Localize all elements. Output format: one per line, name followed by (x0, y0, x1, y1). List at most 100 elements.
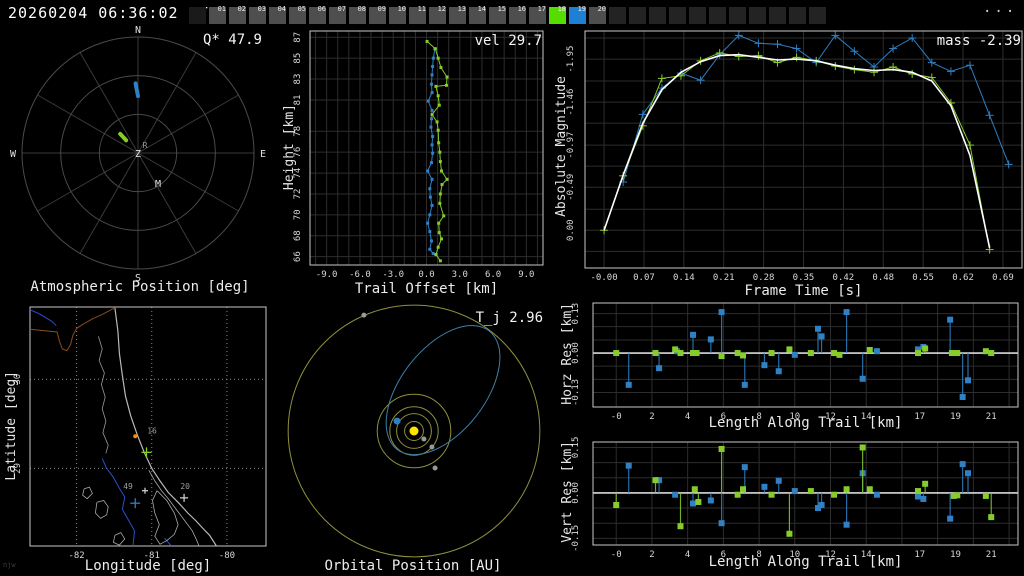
frame-number-label: 04 (277, 5, 286, 13)
frame-button-02[interactable]: 02 (229, 5, 246, 24)
svg-text:66: 66 (293, 251, 303, 262)
frame-number-label: 20 (597, 5, 606, 13)
svg-text:70: 70 (293, 209, 303, 220)
horz-res-xaxis-label: Length Along Trail [km] (708, 415, 903, 431)
frame-number-label: 08 (357, 5, 366, 13)
state-boundary (30, 307, 116, 352)
ground-track-map: -82 -81 -8029301649 20 (13, 306, 267, 561)
panel-atmospheric-position: NSEWZRM Q* 47.9 Atmospheric Position [de… (0, 25, 280, 297)
svg-text:Z: Z (135, 149, 141, 160)
panel-trail-offset: -9.0 -6.0 -3.0 0.0 3.0 6.0 9.0 66 68 70 72 74 76 78 81… (280, 25, 546, 297)
frame-button-15[interactable]: 15 (489, 5, 506, 24)
svg-text:M: M (155, 179, 161, 190)
frame-slot-empty[interactable] (729, 7, 746, 24)
frame-number-label: 03 (257, 5, 266, 13)
orbital-position-title: Orbital Position [AU] (324, 558, 502, 574)
svg-text:3.0: 3.0 (452, 270, 468, 280)
svg-text:N: N (135, 25, 141, 36)
series-fit-line (603, 53, 991, 248)
frame-slot-empty[interactable] (809, 7, 826, 24)
station-green-track (118, 131, 129, 143)
frame-button-16[interactable]: 16 (509, 5, 526, 24)
svg-text:0.07: 0.07 (633, 273, 655, 283)
frame-slot-empty[interactable] (669, 7, 686, 24)
frame-button-11[interactable]: 11 (409, 5, 426, 24)
frame-slot-empty[interactable] (689, 7, 706, 24)
frame-button-09[interactable]: 09 (369, 5, 386, 24)
timestamp: 20260204 06:36:02 UTC (8, 4, 219, 22)
overflow-menu-button[interactable]: ... (983, 0, 1017, 16)
svg-text:87: 87 (293, 32, 303, 43)
svg-text:R: R (143, 141, 148, 150)
series-station-green (613, 345, 995, 360)
frame-button-14[interactable]: 14 (469, 5, 486, 24)
svg-text:16: 16 (147, 427, 157, 436)
frame-number-label: 01 (217, 5, 226, 13)
panel-ground-track-map: -82 -81 -80 29 30 16 49 20 Latitude [deg] Longi… (0, 297, 280, 576)
frame-slot-empty[interactable] (649, 7, 666, 24)
frame-slot-empty[interactable] (609, 7, 626, 24)
latitude-axis-label: Latitude [deg] (4, 371, 19, 481)
q-star-stat: Q* 47.9 (202, 32, 262, 48)
svg-text:-3.0: -3.0 (382, 270, 404, 280)
horz-res-axis-label: Horz Res [km] (560, 303, 575, 405)
frame-button-03[interactable]: 03 (249, 5, 266, 24)
frame-number-label: 14 (477, 5, 486, 13)
frame-slot-empty[interactable] (629, 7, 646, 24)
frame-button-05[interactable]: 05 (289, 5, 306, 24)
frame-button-08[interactable]: 08 (349, 5, 366, 24)
svg-text:49: 49 (123, 482, 133, 491)
frame-number-label: 05 (297, 5, 306, 13)
island-2 (94, 500, 109, 519)
svg-text:0.62: 0.62 (952, 273, 974, 283)
svg-text:-1.95: -1.95 (566, 46, 576, 73)
frame-button-20[interactable]: 20 (589, 5, 606, 24)
mass-stat: mass -2.39 (936, 33, 1021, 49)
watermark: njw (3, 561, 16, 569)
frame-button-12[interactable]: 12 (429, 5, 446, 24)
frame-number-label: 12 (437, 5, 446, 13)
trail-offset-plot: -9.0 -6.0 -3.0 0.0 3.0 6.0 9.06668707274767881… (293, 30, 544, 280)
frame-button-18[interactable]: 18 (549, 5, 566, 24)
planet-mars (432, 465, 438, 471)
island-3 (112, 532, 126, 546)
frame-button-07[interactable]: 07 (329, 5, 346, 24)
frame-button-04[interactable]: 04 (269, 5, 286, 24)
light-curve-plot: -0.00 0.07 0.14 0.21 0.28 0.35 0.42 0.48 0.55 0.6… (566, 30, 1023, 283)
svg-text:0.69: 0.69 (992, 273, 1014, 283)
svg-text:83: 83 (293, 74, 303, 85)
orbital-position-plot (287, 304, 541, 558)
frame-button-13[interactable]: 13 (449, 5, 466, 24)
frame-number-label: 10 (397, 5, 406, 13)
planet-jupiter (361, 312, 367, 318)
svg-text:20: 20 (180, 482, 190, 491)
meteoroid-position (393, 417, 401, 425)
svg-text:9.0: 9.0 (518, 270, 534, 280)
frame-button-06[interactable]: 06 (309, 5, 326, 24)
height-axis-label: Height [km] (282, 104, 297, 191)
svg-text:W: W (10, 149, 17, 160)
svg-text:6.0: 6.0 (485, 270, 501, 280)
svg-text:0.35: 0.35 (793, 273, 815, 283)
frame-slot-empty[interactable] (749, 7, 766, 24)
sun (409, 426, 419, 436)
frame-slot-empty[interactable] (789, 7, 806, 24)
frame-button-19[interactable]: 19 (569, 5, 586, 24)
frame-slot-empty[interactable] (709, 7, 726, 24)
frame-button-01[interactable]: 01 (209, 5, 226, 24)
frame-number-label: 07 (337, 5, 346, 13)
panel-light-curve: -0.00 0.07 0.14 0.21 0.28 0.35 0.42 0.48 0.55 0.6… (546, 25, 1024, 299)
svg-text:72: 72 (293, 189, 303, 200)
station-blue-track (133, 81, 140, 99)
frame-button-10[interactable]: 10 (389, 5, 406, 24)
svg-text:68: 68 (293, 230, 303, 241)
comet-orbit (385, 325, 501, 456)
frame-number-label: 16 (517, 5, 526, 13)
frame-button-17[interactable]: 17 (529, 5, 546, 24)
svg-text:-9.0: -9.0 (316, 270, 338, 280)
frame-number-label: 13 (457, 5, 466, 13)
svg-text:0.48: 0.48 (872, 273, 894, 283)
svg-text:-0.00: -0.00 (591, 273, 618, 283)
series-station-blue (625, 461, 971, 528)
frame-slot-empty[interactable] (769, 7, 786, 24)
